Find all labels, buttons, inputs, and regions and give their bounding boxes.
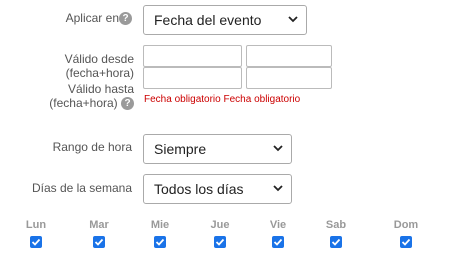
rango-de-hora-label: Rango de hora [52,140,132,154]
day-lun: Lun [16,218,56,253]
check-icon [215,238,225,246]
aplicar-en-select[interactable]: Fecha del evento [143,5,307,35]
day-label: Mar [89,219,109,231]
day-jue: Jue [200,218,240,253]
day-label: Mie [150,219,170,231]
check-icon [273,238,283,246]
question-mark-icon[interactable]: ? [119,12,132,26]
valido-desde-line1: Válido desde [64,52,134,66]
day-label: Jue [210,219,230,231]
valido-desde-date-input[interactable] [143,45,242,67]
aplicar-en-value: Fecha del evento [154,12,262,28]
day-checkbox[interactable] [330,236,342,248]
day-checkbox[interactable] [272,236,284,248]
chevron-down-icon [273,145,283,152]
day-mar: Mar [79,218,119,253]
day-checkbox[interactable] [154,236,166,248]
day-checkbox[interactable] [30,236,42,248]
day-dom: Dom [386,218,426,253]
day-checkbox[interactable] [214,236,226,248]
valido-hasta-line2: (fecha+hora) [49,96,118,110]
day-vie: Vie [258,218,298,253]
valido-hasta-date-input[interactable] [143,67,242,89]
chevron-down-icon [288,16,298,23]
day-mie: Mie [140,218,180,253]
question-mark-icon[interactable]: ? [121,97,134,111]
check-icon [401,238,411,246]
valido-hasta-line1: Válido hasta [67,82,134,96]
day-label: Vie [269,219,287,231]
date-error-text: Fecha obligatorio [144,94,221,105]
rango-de-hora-select[interactable]: Siempre [143,134,292,164]
day-checkbox[interactable] [400,236,412,248]
rango-de-hora-value: Siempre [154,141,207,157]
check-icon [94,238,104,246]
valido-desde-line2: (fecha+hora) [65,66,134,80]
check-icon [155,238,165,246]
day-label: Sab [325,219,347,231]
day-label: Lun [25,219,47,231]
chevron-down-icon [273,185,283,192]
aplicar-en-label-text: Aplicar en [65,11,119,25]
valido-desde-label: Válido desde (fecha+hora) [20,52,134,80]
day-label: Dom [393,219,419,231]
day-checkbox[interactable] [93,236,105,248]
check-icon [31,238,41,246]
valido-hasta-time-input[interactable] [246,67,332,89]
dias-de-la-semana-select[interactable]: Todos los días [143,174,292,204]
aplicar-en-label: Aplicar en? [20,11,132,26]
dias-de-la-semana-label: Días de la semana [31,181,132,195]
valido-desde-time-input[interactable] [246,45,332,67]
check-icon [331,238,341,246]
valido-hasta-label: Válido hasta (fecha+hora) ? [20,82,134,111]
dias-de-la-semana-value: Todos los días [154,181,244,197]
day-sab: Sab [316,218,356,253]
time-error-text: Fecha obligatorio [223,94,301,105]
validation-error: Fecha obligatorio Fecha obligatorio [144,94,300,105]
